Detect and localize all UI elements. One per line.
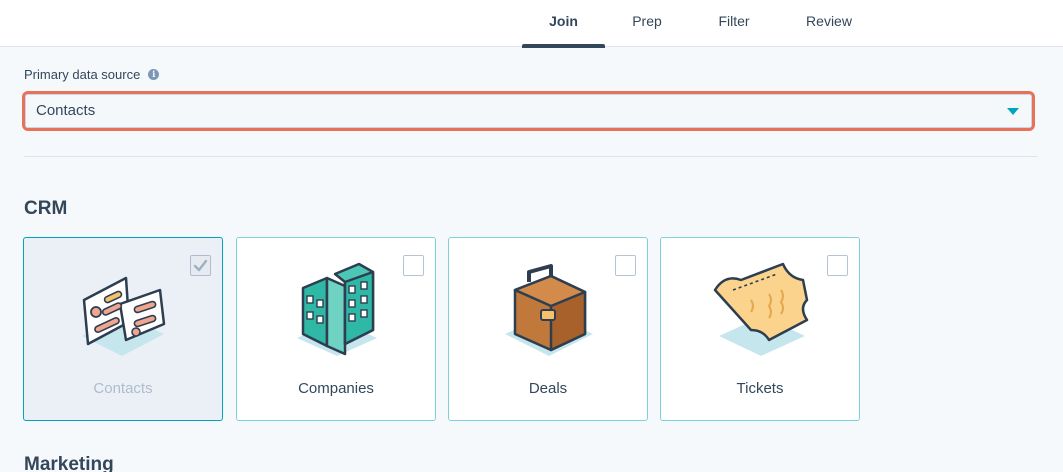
- object-card-label: Deals: [528, 380, 568, 397]
- object-card-contacts[interactable]: Contacts: [23, 237, 223, 421]
- chevron-down-icon: [1007, 108, 1019, 115]
- section-title-crm: CRM: [24, 198, 68, 219]
- object-card-label: Tickets: [736, 380, 784, 397]
- object-card-label: Companies: [298, 380, 374, 397]
- section-title-marketing: Marketing: [24, 454, 114, 472]
- object-card-deals[interactable]: Deals: [448, 237, 648, 421]
- primary-data-source-select[interactable]: Contacts: [25, 94, 1032, 128]
- tab-review[interactable]: Review: [796, 0, 862, 47]
- primary-data-source-label-text: Primary data source: [24, 67, 141, 82]
- checkbox-contacts[interactable]: [190, 255, 211, 276]
- primary-data-source-highlight: Contacts: [22, 91, 1035, 131]
- object-card-companies[interactable]: Companies: [236, 237, 436, 421]
- object-card-tickets[interactable]: Tickets: [660, 237, 860, 421]
- tab-join[interactable]: Join: [522, 0, 605, 48]
- top-navigation: Join Prep Filter Review: [0, 0, 1063, 48]
- divider: [24, 156, 1038, 157]
- primary-data-source-label: Primary data source i: [24, 67, 160, 82]
- tab-filter[interactable]: Filter: [706, 0, 762, 47]
- primary-data-source-value: Contacts: [36, 102, 96, 119]
- checkbox-companies[interactable]: [403, 255, 424, 276]
- contact-card-icon: [82, 276, 166, 356]
- checkmark-icon: [193, 259, 208, 272]
- tab-prep[interactable]: Prep: [620, 0, 674, 47]
- checkbox-tickets[interactable]: [827, 255, 848, 276]
- object-card-label: Contacts: [93, 380, 153, 397]
- ticket-icon: [713, 262, 809, 356]
- checkbox-deals[interactable]: [615, 255, 636, 276]
- building-icon: [297, 262, 377, 356]
- briefcase-icon: [505, 264, 593, 356]
- info-icon[interactable]: i: [148, 69, 160, 80]
